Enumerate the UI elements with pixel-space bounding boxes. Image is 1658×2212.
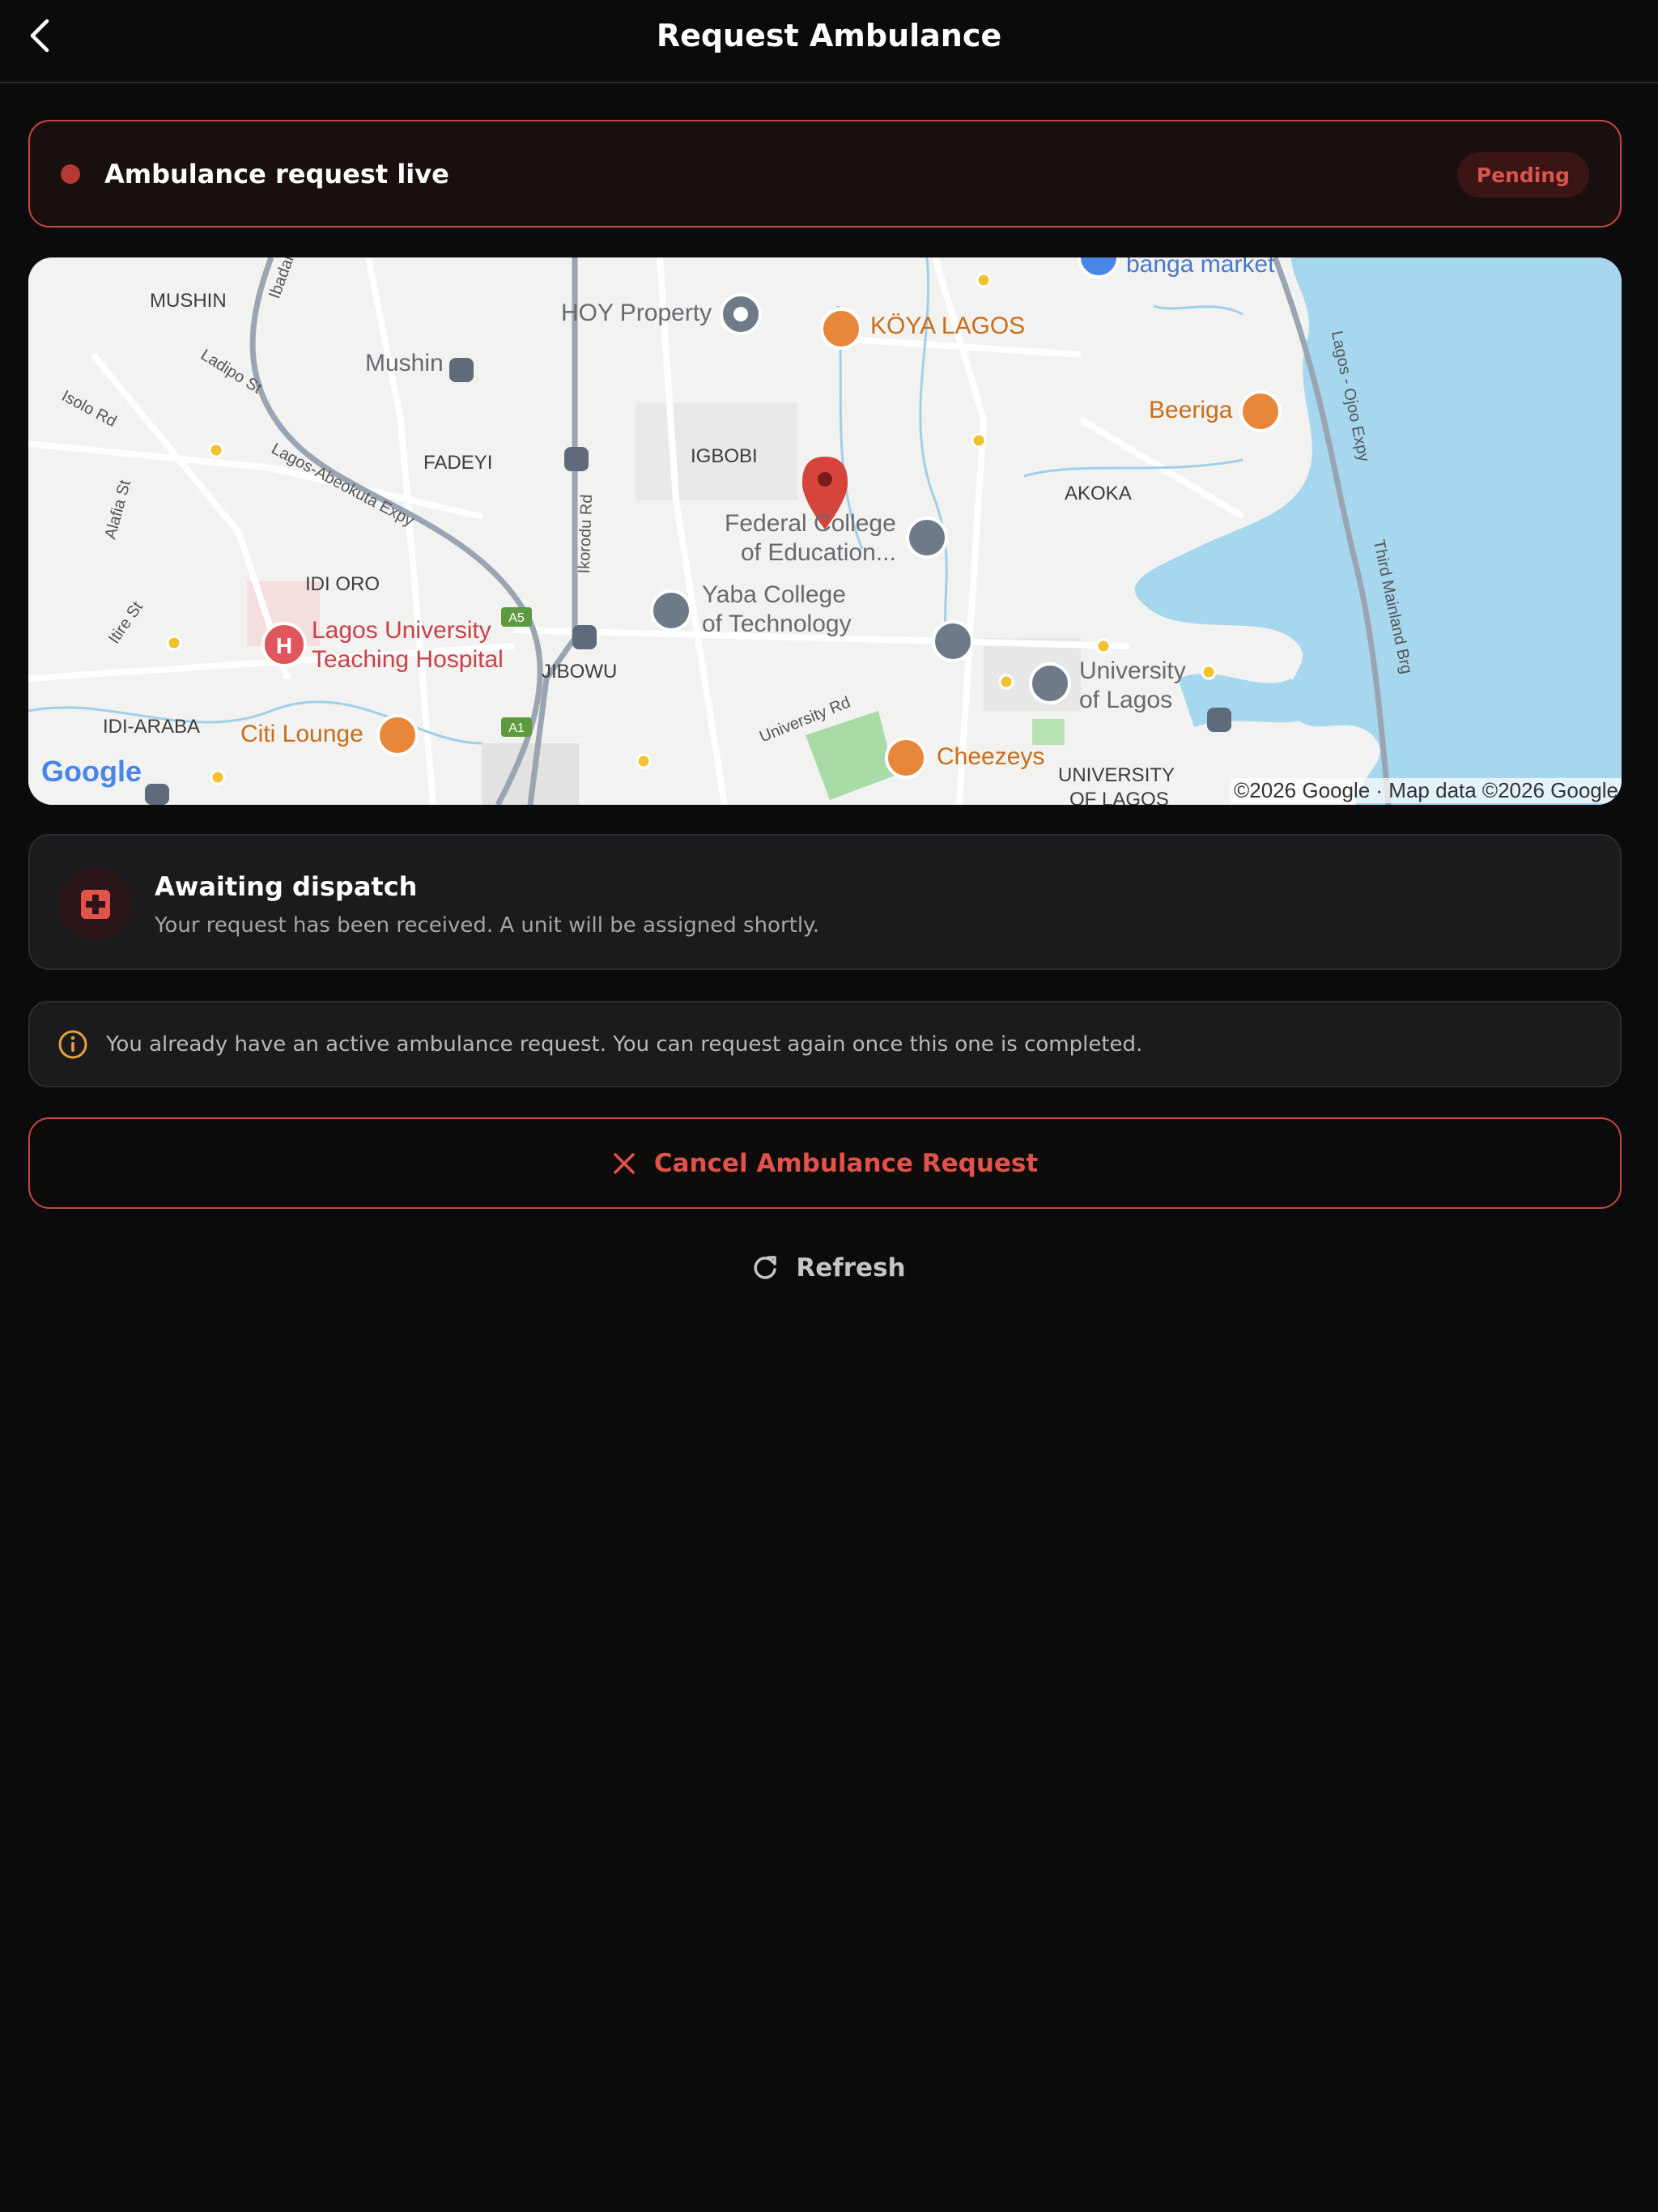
- svg-text:A1: A1: [508, 721, 525, 735]
- back-button[interactable]: [16, 11, 65, 60]
- map-area-label: IGBOBI: [691, 445, 758, 467]
- chevron-left-icon: [30, 19, 49, 53]
- refresh-icon: [754, 1256, 777, 1279]
- map-poi-label: Mushin: [365, 350, 444, 376]
- map-poi-label: Federal College: [725, 510, 896, 537]
- map-poi-label: of Lagos: [1079, 687, 1173, 713]
- map-area-label: IDI ORO: [305, 573, 380, 595]
- dispatch-icon-container: [59, 868, 132, 941]
- page: Request Ambulance Ambulance request live…: [0, 0, 1658, 2212]
- svg-text:H: H: [276, 633, 292, 658]
- map-poi-label: Lagos University: [312, 617, 491, 644]
- map-road-label: Ikorodu Rd: [575, 494, 597, 574]
- info-icon: [58, 1030, 87, 1058]
- status-badge: Pending: [1456, 152, 1589, 198]
- top-bar: Request Ambulance: [0, 0, 1658, 83]
- live-indicator-dot: [61, 164, 80, 184]
- map-poi-label: Cheezeys: [937, 743, 1045, 770]
- map-area-label: AKOKA: [1065, 483, 1132, 504]
- map-area-label: OF LAGOS: [1069, 789, 1169, 805]
- refresh-button[interactable]: Refresh: [748, 1244, 910, 1292]
- dispatch-status-card: Awaiting dispatch Your request has been …: [28, 834, 1622, 970]
- map-area-label: IDI-ARABA: [103, 716, 201, 738]
- cancel-ambulance-request-button[interactable]: Cancel Ambulance Request: [28, 1117, 1622, 1209]
- svg-text:A5: A5: [508, 611, 525, 625]
- map-area-label: MUSHIN: [150, 290, 227, 312]
- map-poi-label: Teaching Hospital: [312, 646, 504, 673]
- refresh-label: Refresh: [796, 1253, 906, 1283]
- map-poi-label: of Education...: [741, 539, 896, 566]
- map-view[interactable]: A5 A1 H MUSHIN FADEYI IGBOBI AKOKA IDI O…: [28, 257, 1622, 805]
- dispatch-subtitle: Your request has been received. A unit w…: [155, 913, 820, 938]
- active-request-notice: You already have an active ambulance req…: [28, 1001, 1622, 1087]
- google-logo: Google: [41, 755, 142, 788]
- map-area-label: FADEYI: [423, 452, 493, 474]
- map-poi-label: KÖYA LAGOS: [870, 313, 1026, 339]
- map-poi-label: HOY Property: [561, 300, 712, 326]
- dispatch-title: Awaiting dispatch: [155, 871, 418, 902]
- close-icon: [614, 1152, 635, 1174]
- map-poi-label: banga market: [1126, 257, 1275, 278]
- map-poi-label: Citi Lounge: [240, 721, 363, 747]
- map-poi-label: of Technology: [702, 610, 852, 637]
- medical-cross-icon: [81, 890, 110, 919]
- map-poi-label: Beeriga: [1149, 397, 1233, 423]
- live-request-banner: Ambulance request live Pending: [28, 120, 1622, 228]
- map-poi-label: Yaba College: [702, 581, 846, 608]
- map-area-label: UNIVERSITY: [1058, 764, 1175, 786]
- page-title: Request Ambulance: [656, 17, 1002, 53]
- cancel-button-label: Cancel Ambulance Request: [653, 1148, 1039, 1178]
- map-area-label: JIBOWU: [542, 661, 618, 683]
- map-copyright[interactable]: ©2026 Google · Map data ©2026 Google: [1231, 778, 1622, 803]
- live-request-text: Ambulance request live: [104, 158, 449, 189]
- map-poi-label: University: [1079, 657, 1186, 684]
- notice-text: You already have an active ambulance req…: [106, 1032, 1143, 1057]
